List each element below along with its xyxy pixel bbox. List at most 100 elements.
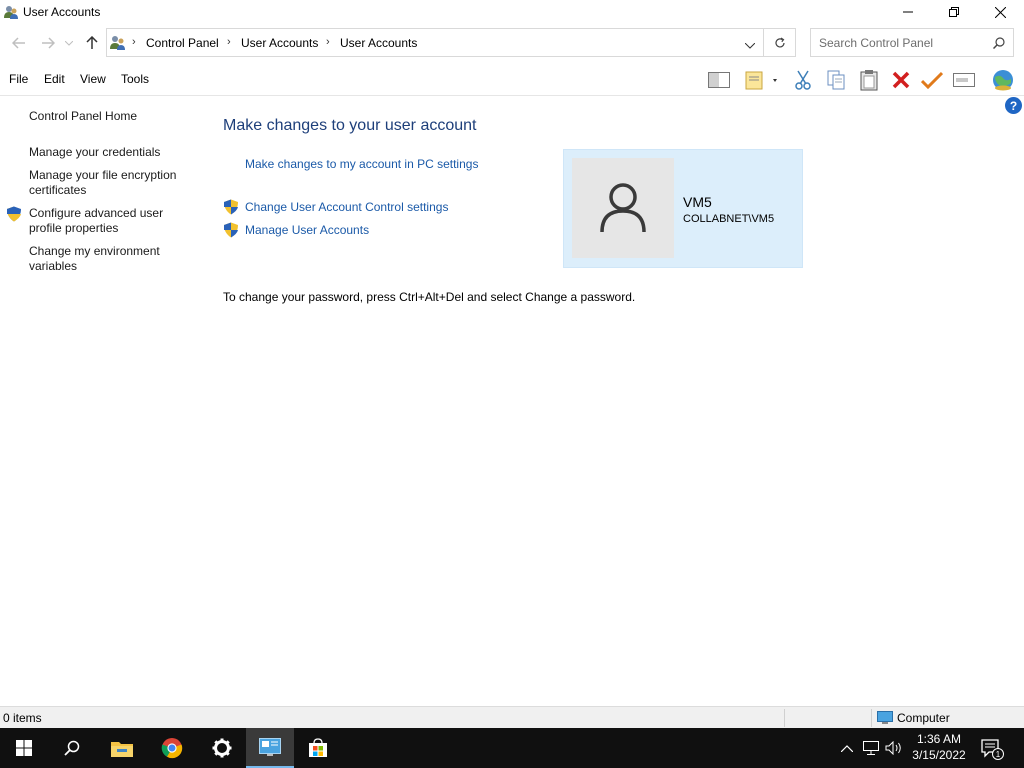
recent-locations-button[interactable] bbox=[62, 33, 76, 53]
status-divider bbox=[784, 709, 785, 727]
breadcrumb-separator: › bbox=[132, 36, 136, 48]
globe-button[interactable] bbox=[989, 67, 1017, 93]
computer-icon bbox=[877, 711, 893, 725]
file-explorer-button[interactable] bbox=[98, 728, 146, 768]
globe-icon bbox=[993, 70, 1013, 91]
shield-icon bbox=[223, 222, 239, 238]
store-icon bbox=[309, 738, 327, 757]
back-button[interactable] bbox=[9, 33, 29, 53]
action-center-button[interactable]: 1 bbox=[980, 736, 1004, 760]
copy-icon bbox=[827, 70, 845, 90]
user-silhouette-icon bbox=[600, 183, 646, 233]
environment-variables-link[interactable]: Change my environment variables bbox=[29, 244, 189, 274]
navigation-bar: › Control Panel › User Accounts › User A… bbox=[0, 24, 1024, 62]
taskbar: 1:36 AM 3/15/2022 1 bbox=[0, 728, 1024, 768]
search-icon[interactable] bbox=[992, 37, 1005, 52]
advanced-profile-link[interactable]: Configure advanced user profile properti… bbox=[29, 206, 189, 236]
file-explorer-icon bbox=[111, 742, 133, 757]
control-panel-icon bbox=[259, 738, 281, 756]
chrome-button[interactable] bbox=[148, 728, 196, 768]
settings-icon bbox=[212, 738, 232, 758]
cut-button[interactable] bbox=[789, 67, 817, 93]
search-icon bbox=[64, 740, 80, 756]
breadcrumb-user-accounts[interactable]: User Accounts bbox=[241, 36, 318, 50]
status-divider bbox=[871, 709, 872, 727]
rename-icon bbox=[953, 73, 975, 87]
status-bar: 0 items Computer bbox=[0, 706, 1024, 728]
maximize-button[interactable] bbox=[931, 0, 977, 24]
menu-tools[interactable]: Tools bbox=[121, 72, 149, 86]
preview-pane-icon bbox=[708, 72, 730, 88]
notification-count: 1 bbox=[996, 750, 1001, 759]
up-arrow-icon bbox=[86, 36, 98, 49]
check-icon bbox=[921, 71, 943, 89]
control-panel-home-link[interactable]: Control Panel Home bbox=[29, 109, 189, 124]
user-domain: COLLABNET\VM5 bbox=[683, 213, 775, 225]
zone-label: Computer bbox=[897, 711, 950, 725]
breadcrumb-current[interactable]: User Accounts bbox=[340, 36, 417, 50]
search-placeholder: Search Control Panel bbox=[819, 36, 934, 50]
breadcrumb-separator: › bbox=[227, 36, 231, 48]
network-button[interactable] bbox=[861, 728, 881, 768]
manage-credentials-link[interactable]: Manage your credentials bbox=[29, 145, 189, 160]
pc-settings-link[interactable]: Make changes to my account in PC setting… bbox=[245, 157, 478, 171]
show-hidden-icons-button[interactable] bbox=[838, 728, 856, 768]
user-name: VM5 bbox=[683, 194, 712, 210]
volume-button[interactable] bbox=[884, 728, 904, 768]
chrome-icon bbox=[161, 738, 183, 759]
refresh-icon bbox=[774, 36, 785, 47]
windows-start-icon bbox=[16, 740, 32, 756]
clock-time: 1:36 AM bbox=[916, 732, 962, 746]
paste-icon bbox=[860, 70, 878, 91]
properties-button[interactable] bbox=[741, 67, 781, 93]
menu-view[interactable]: View bbox=[80, 72, 106, 86]
delete-button[interactable] bbox=[887, 67, 915, 93]
item-count: 0 items bbox=[3, 711, 42, 725]
menu-file[interactable]: File bbox=[9, 72, 28, 86]
address-history-button[interactable] bbox=[744, 38, 756, 52]
minimize-icon bbox=[903, 11, 913, 13]
settings-button[interactable] bbox=[198, 728, 246, 768]
minimize-button[interactable] bbox=[885, 0, 931, 24]
system-clock[interactable]: 1:36 AM 3/15/2022 bbox=[906, 731, 972, 763]
chevron-down-icon bbox=[744, 42, 756, 49]
chevron-down-icon bbox=[65, 40, 73, 46]
control-panel-taskbar-button[interactable] bbox=[246, 728, 294, 768]
address-bar[interactable]: › Control Panel › User Accounts › User A… bbox=[106, 28, 764, 57]
uac-settings-link[interactable]: Change User Account Control settings bbox=[245, 200, 448, 214]
preview-pane-button[interactable] bbox=[705, 67, 733, 93]
rename-button[interactable] bbox=[950, 67, 978, 93]
clock-date: 3/15/2022 bbox=[912, 748, 966, 762]
avatar bbox=[572, 158, 674, 258]
manage-user-accounts-link[interactable]: Manage User Accounts bbox=[245, 223, 369, 237]
paste-button[interactable] bbox=[855, 67, 883, 93]
search-box[interactable]: Search Control Panel bbox=[810, 28, 1014, 57]
breadcrumb-control-panel[interactable]: Control Panel bbox=[146, 36, 219, 50]
help-button[interactable]: ? bbox=[1005, 97, 1022, 114]
shield-icon bbox=[6, 206, 22, 222]
properties-icon bbox=[745, 71, 777, 90]
notification-icon: 1 bbox=[981, 739, 1004, 760]
taskbar-search-button[interactable] bbox=[48, 728, 96, 768]
start-button[interactable] bbox=[0, 728, 48, 768]
refresh-button[interactable] bbox=[764, 28, 796, 57]
control-panel-icon bbox=[109, 34, 126, 51]
menu-edit[interactable]: Edit bbox=[44, 72, 65, 86]
forward-button[interactable] bbox=[38, 33, 58, 53]
forward-arrow-icon bbox=[42, 37, 55, 49]
back-arrow-icon bbox=[12, 37, 25, 49]
page-heading: Make changes to your user account bbox=[223, 117, 477, 134]
maximize-icon bbox=[949, 7, 959, 17]
apply-button[interactable] bbox=[918, 67, 946, 93]
menu-toolbar-row: File Edit View Tools bbox=[0, 62, 1024, 96]
file-encryption-link[interactable]: Manage your file encryption certificates bbox=[29, 168, 189, 198]
window-title: User Accounts bbox=[23, 5, 101, 19]
copy-button[interactable] bbox=[822, 67, 850, 93]
up-button[interactable] bbox=[82, 33, 102, 53]
store-button[interactable] bbox=[294, 728, 342, 768]
chevron-up-icon bbox=[841, 744, 853, 752]
close-button[interactable] bbox=[977, 0, 1023, 24]
title-bar: User Accounts bbox=[0, 0, 1024, 24]
password-instructions: To change your password, press Ctrl+Alt+… bbox=[223, 290, 636, 304]
delete-icon bbox=[892, 71, 910, 89]
